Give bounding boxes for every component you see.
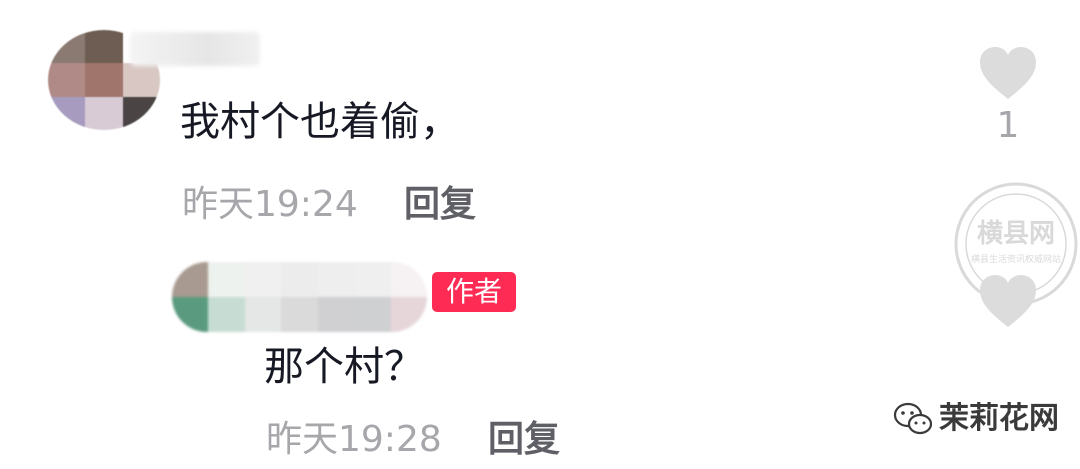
comment-timestamp: 昨天19:28 — [266, 419, 442, 460]
svg-text:横县生活资讯权威网站: 横县生活资讯权威网站 — [971, 253, 1061, 265]
comment-timestamp: 昨天19:24 — [182, 184, 358, 225]
svg-text:横县网: 横县网 — [977, 219, 1055, 249]
comment-text: 那个村？ — [264, 344, 424, 390]
author-username-blurred[interactable] — [172, 262, 427, 332]
reply-button[interactable]: 回复 — [488, 418, 560, 462]
brand-text: 茉莉花网 — [939, 401, 1059, 436]
username-blurred[interactable] — [130, 32, 260, 66]
wechat-icon — [893, 402, 933, 435]
heart-icon[interactable] — [978, 45, 1038, 101]
author-badge: 作者 — [432, 272, 517, 312]
reply-button[interactable]: 回复 — [404, 183, 476, 227]
comment-text: 我村个也着偷， — [180, 99, 460, 145]
watermark-brand: 茉莉花网 — [893, 397, 1059, 441]
like-count: 1 — [996, 105, 1020, 146]
heart-icon[interactable] — [978, 273, 1038, 329]
